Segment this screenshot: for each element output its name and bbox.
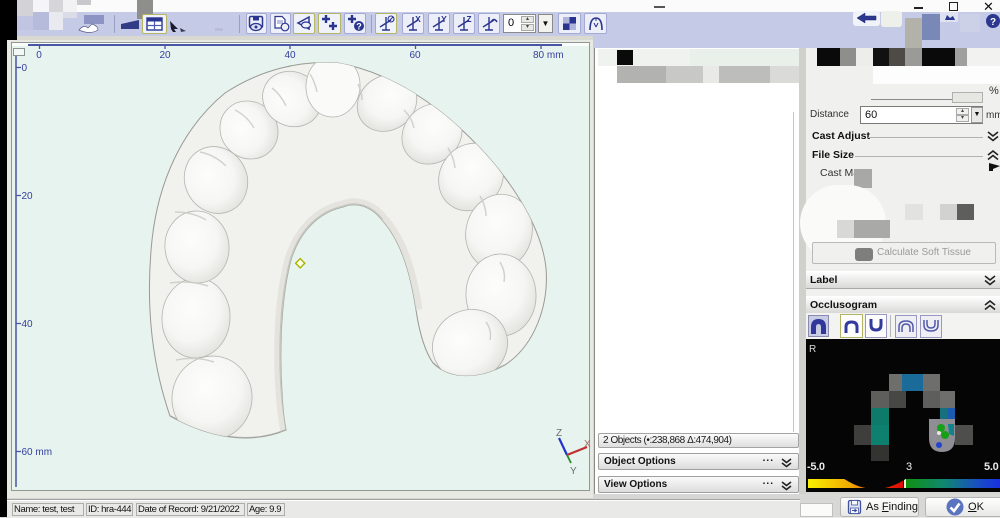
svg-text:0: 0 xyxy=(36,50,42,61)
svg-text:20: 20 xyxy=(22,191,34,202)
svg-text:60 mm: 60 mm xyxy=(22,447,53,458)
svg-text:Y: Y xyxy=(570,466,577,477)
svg-text:60: 60 xyxy=(409,50,421,61)
svg-text:40: 40 xyxy=(22,319,34,330)
svg-text:20: 20 xyxy=(159,50,171,61)
svg-text:X: X xyxy=(415,15,421,24)
svg-text:Z: Z xyxy=(556,428,562,439)
svg-text:0: 0 xyxy=(22,63,28,74)
svg-text:80 mm: 80 mm xyxy=(533,50,564,61)
svg-text:?: ? xyxy=(356,22,362,32)
svg-text:40: 40 xyxy=(284,50,296,61)
svg-text:Z: Z xyxy=(466,15,471,24)
svg-text:Y: Y xyxy=(441,15,447,24)
svg-text:?: ? xyxy=(990,17,996,28)
